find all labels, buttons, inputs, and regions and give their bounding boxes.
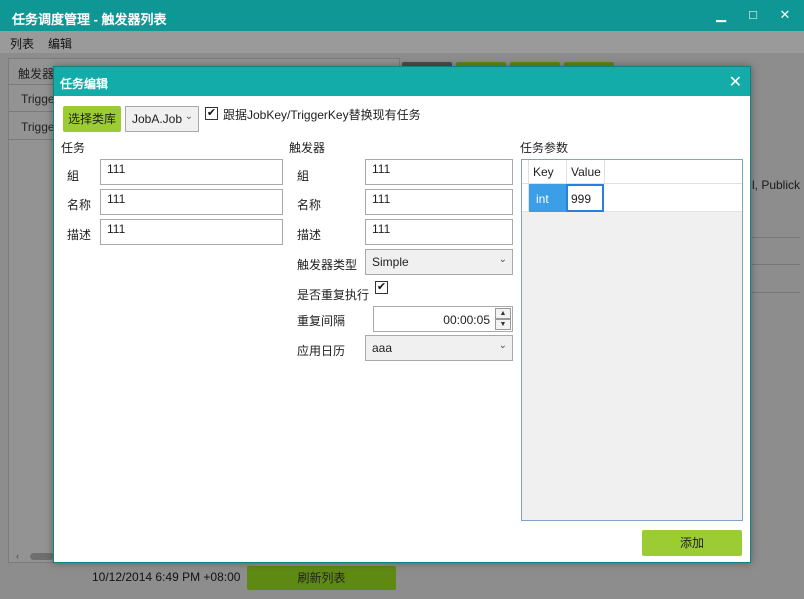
grid-row-trigger-1[interactable]: Trigge <box>21 92 55 106</box>
job-section-title: 任务 <box>61 141 86 155</box>
main-titlebar: 任务调度管理 - 触发器列表 ▁ □ ✕ <box>0 0 804 31</box>
interval-value: 00:00:05 <box>443 313 490 327</box>
spin-down-icon[interactable]: ▼ <box>495 319 511 330</box>
trigger-type-label: 触发器类型 <box>297 258 358 272</box>
window-title: 任务调度管理 - 触发器列表 <box>12 12 167 27</box>
scroll-thumb[interactable] <box>30 553 54 560</box>
dialog-close-icon[interactable]: ✕ <box>729 72 742 92</box>
spin-up-icon[interactable]: ▲ <box>495 308 511 319</box>
maximize-icon[interactable]: □ <box>744 6 762 24</box>
column-separator <box>604 160 605 184</box>
detail-text: l, Publick <box>752 178 801 192</box>
trigger-section-title: 触发器 <box>289 141 326 155</box>
menu-item-edit[interactable]: 编辑 <box>48 35 72 52</box>
job-class-select[interactable]: JobA.Job ⌄ <box>125 106 199 132</box>
trigger-type-select[interactable]: Simple ⌄ <box>365 249 513 275</box>
replace-checkbox-label: 跟据JobKey/TriggerKey替换现有任务 <box>223 108 421 122</box>
trigger-group-label: 組 <box>297 169 310 183</box>
trigger-group-input[interactable]: 111 <box>365 159 513 185</box>
params-grid[interactable]: Key Value int 999 <box>521 159 743 521</box>
grid-row-trigger-2[interactable]: Trigge <box>21 120 55 134</box>
scroll-left-icon[interactable]: ‹ <box>16 551 19 561</box>
job-name-label: 名称 <box>67 198 92 212</box>
select-library-button[interactable]: 选择类库 <box>63 106 121 132</box>
status-timestamp: 10/12/2014 6:49 PM +08:00 <box>92 570 241 584</box>
add-button[interactable]: 添加 <box>642 530 742 556</box>
grid-header-trigger[interactable]: 触发器 <box>18 65 54 82</box>
column-header-key[interactable]: Key <box>533 165 554 179</box>
chevron-down-icon: ⌄ <box>184 111 193 122</box>
param-key-cell[interactable]: int <box>529 184 566 212</box>
dialog-titlebar: 任务编辑 ✕ <box>54 67 750 96</box>
interval-label: 重复间隔 <box>297 314 346 328</box>
trigger-desc-label: 描述 <box>297 228 322 242</box>
job-name-input[interactable]: 111 <box>100 189 283 215</box>
minimize-icon[interactable]: ▁ <box>712 6 730 24</box>
row-header <box>522 160 529 184</box>
calendar-label: 应用日历 <box>297 344 346 358</box>
menu-item-list[interactable]: 列表 <box>10 35 34 52</box>
params-grid-header: Key Value <box>522 160 742 184</box>
column-separator <box>566 160 567 184</box>
refresh-list-button[interactable]: 刷新列表 <box>247 566 396 590</box>
job-group-label: 組 <box>67 169 80 183</box>
row-header <box>522 184 529 212</box>
dialog-title: 任务编辑 <box>60 77 109 91</box>
param-value-cell[interactable]: 999 <box>566 184 604 212</box>
repeat-checkbox[interactable]: ✔ <box>375 281 388 294</box>
table-row[interactable]: int 999 <box>522 184 742 212</box>
calendar-value: aaa <box>372 341 393 355</box>
job-desc-label: 描述 <box>67 228 92 242</box>
horizontal-scrollbar[interactable]: ‹ <box>8 551 54 562</box>
replace-checkbox[interactable]: ✔ <box>205 107 218 120</box>
trigger-desc-input[interactable]: 111 <box>365 219 513 245</box>
window-close-icon[interactable]: ✕ <box>776 6 794 24</box>
trigger-name-input[interactable]: 111 <box>365 189 513 215</box>
task-edit-dialog: 任务编辑 ✕ 选择类库 JobA.Job ⌄ ✔ 跟据JobKey/Trigge… <box>53 66 751 563</box>
trigger-name-label: 名称 <box>297 198 322 212</box>
menu-bar: 列表 编辑 <box>0 31 804 53</box>
column-header-value[interactable]: Value <box>571 165 601 179</box>
job-class-value: JobA.Job <box>132 112 183 126</box>
interval-spinner[interactable]: 00:00:05 ▲ ▼ <box>373 306 513 332</box>
job-desc-input[interactable]: 111 <box>100 219 283 245</box>
chevron-down-icon: ⌄ <box>498 340 507 351</box>
job-group-input[interactable]: 111 <box>100 159 283 185</box>
repeat-label: 是否重复执行 <box>297 288 370 302</box>
detail-table <box>752 237 800 293</box>
chevron-down-icon: ⌄ <box>498 254 507 265</box>
calendar-select[interactable]: aaa ⌄ <box>365 335 513 361</box>
trigger-type-value: Simple <box>372 255 409 269</box>
params-section-title: 任务参数 <box>520 141 569 155</box>
